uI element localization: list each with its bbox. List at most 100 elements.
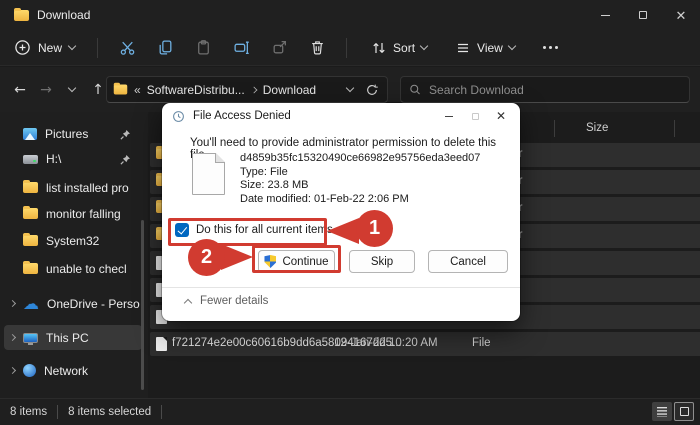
close-icon: ✕ <box>495 109 507 123</box>
close-button[interactable]: ✕ <box>662 0 700 30</box>
dialog-minimize-button[interactable] <box>436 103 462 129</box>
row-date: 12-Jan-22 10:20 AM <box>334 337 438 349</box>
skip-button[interactable]: Skip <box>349 250 415 273</box>
sidebar-item-unable-to-check[interactable]: unable to checl <box>4 256 142 281</box>
copy-icon <box>159 40 171 55</box>
status-divider <box>57 405 59 419</box>
table-row[interactable]: f721274e2e00c60616b9dd6a58094167dd5... 1… <box>150 332 700 356</box>
sort-button-label: Sort <box>393 40 416 55</box>
sidebar-item-h-drive[interactable]: H:\ <box>4 146 142 171</box>
sort-button[interactable]: Sort <box>357 40 441 56</box>
chevron-down-icon <box>67 41 77 51</box>
new-button-label: New <box>38 40 63 55</box>
recent-locations-button[interactable] <box>60 77 84 103</box>
row-type: File <box>472 337 491 349</box>
chevron-right-icon <box>250 86 258 93</box>
sidebar-item-label: monitor falling <box>46 206 121 221</box>
cut-button[interactable] <box>108 34 146 62</box>
annotation-step-1-label: 1 <box>368 217 381 239</box>
sidebar-item-label: list installed pro <box>46 180 129 195</box>
back-button[interactable]: ← <box>8 77 32 103</box>
sidebar-item-list-installed[interactable]: list installed pro <box>4 175 142 200</box>
details-view-button[interactable] <box>652 402 672 421</box>
plus-circle-icon <box>15 40 30 55</box>
file-icon <box>156 337 167 351</box>
more-options-button[interactable] <box>529 46 572 49</box>
sidebar-item-label: System32 <box>46 233 100 248</box>
annotation-step-1: 1 <box>356 210 393 247</box>
sidebar-item-onedrive[interactable]: ☁ OneDrive - Perso <box>4 291 142 316</box>
forward-button[interactable]: → <box>34 77 58 103</box>
fewer-details-toggle[interactable]: Fewer details <box>183 295 269 308</box>
refresh-icon[interactable] <box>365 83 379 97</box>
sidebar-item-pictures[interactable]: Pictures <box>4 121 142 146</box>
status-divider <box>161 405 163 419</box>
up-icon: ↑ <box>92 81 104 98</box>
sidebar-scrollbar[interactable] <box>141 220 144 390</box>
maximize-button[interactable] <box>624 0 662 30</box>
status-bar: 8 items 8 items selected <box>0 398 700 425</box>
annotation-box-continue <box>252 245 341 273</box>
sidebar-item-label: This PC <box>46 330 89 345</box>
sidebar-item-label: Network <box>44 363 89 378</box>
chevron-right-icon[interactable] <box>8 366 17 375</box>
minimize-icon <box>445 115 453 117</box>
annotation-box-checkbox <box>168 218 327 246</box>
address-dropdown-icon[interactable] <box>345 83 355 93</box>
network-icon <box>23 364 36 377</box>
delete-button[interactable] <box>298 34 336 62</box>
sidebar-item-label: unable to checl <box>46 261 127 276</box>
breadcrumb-current[interactable]: Download <box>263 83 316 97</box>
view-button[interactable]: View <box>441 40 529 56</box>
breadcrumb-parent[interactable]: SoftwareDistribu... <box>147 83 245 97</box>
command-bar: New Sort View <box>0 30 700 66</box>
folder-icon <box>14 7 29 21</box>
cloud-icon: ☁ <box>23 293 39 313</box>
folder-icon <box>113 82 128 95</box>
search-input[interactable] <box>429 82 681 97</box>
chevron-down-icon <box>419 41 429 51</box>
new-button[interactable]: New <box>0 39 87 56</box>
window-title: Download <box>37 8 91 22</box>
breadcrumb[interactable]: « SoftwareDistribu... Download <box>106 76 388 103</box>
chevron-up-icon <box>183 298 193 308</box>
copy-button[interactable] <box>146 34 184 62</box>
folder-icon <box>23 180 38 193</box>
skip-button-label: Skip <box>370 255 394 268</box>
sidebar-item-this-pc[interactable]: This PC <box>4 325 142 350</box>
column-divider[interactable] <box>554 120 555 137</box>
share-button[interactable] <box>260 34 298 62</box>
dialog-maximize-button <box>462 103 488 129</box>
ellipsis-icon <box>542 46 546 49</box>
column-divider[interactable] <box>674 120 675 137</box>
sidebar-item-monitor-falling[interactable]: monitor falling <box>4 201 142 226</box>
breadcrumb-overflow-icon[interactable]: « <box>134 83 141 97</box>
back-icon: ← <box>14 81 26 98</box>
size-column-header[interactable]: Size <box>586 122 608 134</box>
sidebar-item-label: OneDrive - Perso <box>47 296 140 311</box>
close-icon: ✕ <box>675 7 687 23</box>
view-button-label: View <box>477 40 503 55</box>
cancel-button-label: Cancel <box>450 255 486 268</box>
large-icons-view-button[interactable] <box>674 402 694 421</box>
fewer-details-label: Fewer details <box>200 295 269 307</box>
sidebar-item-system32[interactable]: System32 <box>4 228 142 253</box>
trash-icon <box>311 41 323 55</box>
search-box[interactable] <box>400 76 690 103</box>
sidebar-item-label: Pictures <box>45 126 89 141</box>
rename-button[interactable] <box>222 34 260 62</box>
search-icon <box>410 84 420 95</box>
details-view-icon <box>657 406 667 417</box>
pin-icon <box>120 130 130 140</box>
chevron-right-icon[interactable] <box>8 299 17 308</box>
sort-icon <box>373 42 385 53</box>
file-modified: Date modified: 01-Feb-22 2:06 PM <box>240 192 409 205</box>
cancel-button[interactable]: Cancel <box>428 250 508 273</box>
items-count: 8 items <box>10 406 48 418</box>
chevron-right-icon[interactable] <box>8 333 17 342</box>
dialog-close-button[interactable]: ✕ <box>488 103 514 129</box>
minimize-button[interactable] <box>586 0 624 30</box>
sidebar-item-network[interactable]: Network <box>4 358 142 383</box>
paste-button[interactable] <box>184 34 222 62</box>
cut-icon <box>120 41 134 55</box>
